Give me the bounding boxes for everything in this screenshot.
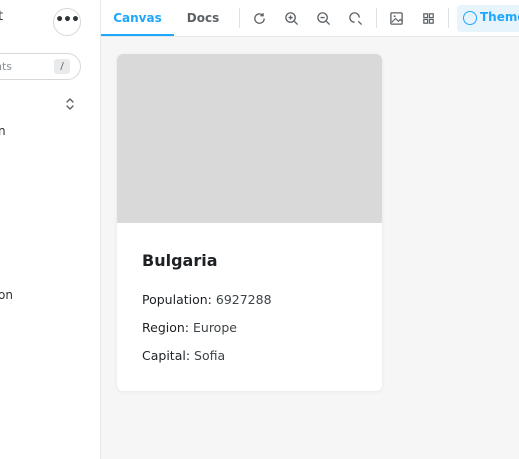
preview-canvas: Bulgaria Population: 6927288 Region: Eur… xyxy=(101,37,519,459)
country-card: Bulgaria Population: 6927288 Region: Eur… xyxy=(117,54,382,391)
population-row: Population: 6927288 xyxy=(142,292,272,307)
sidebar-item[interactable]: on xyxy=(0,288,13,302)
population-value: 6927288 xyxy=(215,292,272,307)
reload-icon[interactable] xyxy=(250,9,268,27)
brand-title: t xyxy=(0,9,3,24)
toolbar-divider xyxy=(376,8,377,28)
capital-row: Capital: Sofia xyxy=(142,348,225,363)
toolbar-divider xyxy=(448,8,449,28)
ellipsis-icon: ••• xyxy=(55,11,80,28)
search-input[interactable]: nts / xyxy=(0,53,81,80)
more-options-button[interactable]: ••• xyxy=(53,8,81,36)
search-shortcut-key: / xyxy=(54,59,70,74)
sidebar-item[interactable]: n xyxy=(0,124,6,138)
region-row: Region: Europe xyxy=(142,320,237,335)
theme-button[interactable]: Theme xyxy=(457,5,519,32)
zoom-out-icon[interactable] xyxy=(314,9,332,27)
toolbar-divider xyxy=(239,8,240,28)
theme-circle-icon xyxy=(463,11,477,25)
zoom-reset-icon[interactable] xyxy=(346,9,364,27)
capital-value: Sofia xyxy=(194,348,226,363)
region-value: Europe xyxy=(193,320,237,335)
sidebar: t ••• nts / n on xyxy=(0,0,101,459)
toolbar: Canvas Docs Theme xyxy=(101,0,519,37)
zoom-in-icon[interactable] xyxy=(282,9,300,27)
background-icon[interactable] xyxy=(387,9,405,27)
search-placeholder: nts xyxy=(0,60,13,73)
region-label: Region: xyxy=(142,320,190,335)
capital-label: Capital: xyxy=(142,348,191,363)
tab-docs[interactable]: Docs xyxy=(175,0,231,36)
population-label: Population: xyxy=(142,292,212,307)
country-name: Bulgaria xyxy=(142,251,218,270)
tab-canvas[interactable]: Canvas xyxy=(101,0,174,36)
expand-collapse-icon[interactable] xyxy=(64,97,76,111)
card-image-placeholder xyxy=(117,54,382,223)
grid-icon[interactable] xyxy=(419,9,437,27)
theme-label: Theme xyxy=(480,10,519,24)
